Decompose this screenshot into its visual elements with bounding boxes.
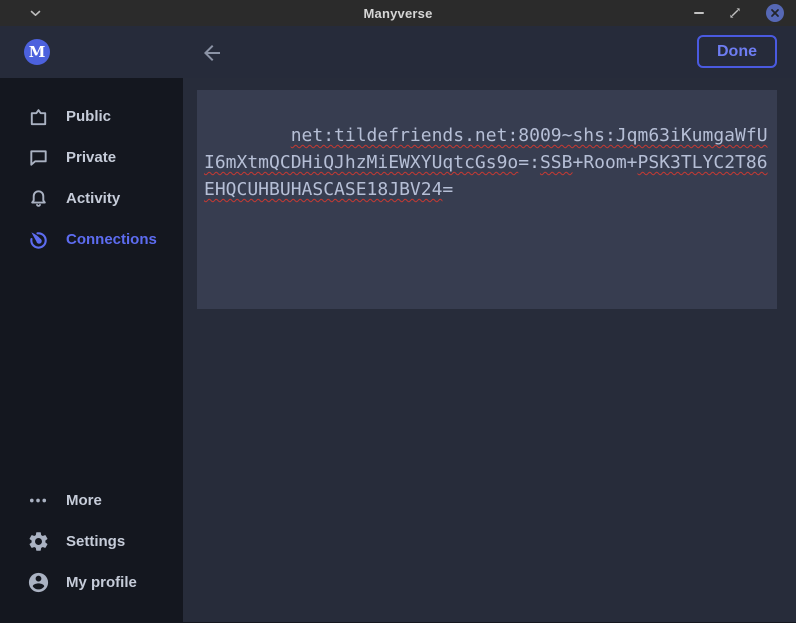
window-controls: [694, 4, 784, 22]
sidebar-main-nav: Public Private Activity: [0, 96, 183, 260]
sidebar-item-label: Connections: [66, 231, 157, 248]
sidebar-item-label: More: [66, 492, 102, 509]
app-window: Manyverse M: [0, 0, 796, 623]
sidebar-item-label: Settings: [66, 533, 125, 550]
manyverse-logo: M: [24, 39, 50, 65]
sidebar-item-settings[interactable]: Settings: [0, 521, 183, 562]
sidebar-item-label: Public: [66, 108, 111, 125]
arrow-left-icon: [200, 41, 224, 65]
sidebar-item-activity[interactable]: Activity: [0, 178, 183, 219]
restore-button[interactable]: [728, 6, 742, 20]
content-area: Public Private Activity: [0, 78, 796, 623]
sidebar-item-public[interactable]: Public: [0, 96, 183, 137]
app-header: M Done: [0, 26, 796, 78]
sidebar-item-my-profile[interactable]: My profile: [0, 562, 183, 603]
invite-code-input[interactable]: net:tildefriends.net:8009~shs:Jqm63iKumg…: [197, 90, 777, 309]
chevron-down-icon[interactable]: [30, 10, 41, 17]
chat-bubble-icon: [26, 146, 50, 170]
main-area: net:tildefriends.net:8009~shs:Jqm63iKumg…: [183, 78, 796, 623]
done-button[interactable]: Done: [697, 35, 777, 68]
sidebar-item-label: Activity: [66, 190, 120, 207]
ellipsis-icon: [26, 489, 50, 513]
close-icon: [770, 8, 780, 18]
sidebar-item-label: My profile: [66, 574, 137, 591]
window-title: Manyverse: [363, 6, 432, 21]
account-circle-icon: [26, 571, 50, 595]
sidebar-footer-nav: More Settings My profile: [0, 480, 183, 603]
bulletin-board-icon: [26, 105, 50, 129]
sidebar-item-connections[interactable]: Connections: [0, 219, 183, 260]
sidebar-item-private[interactable]: Private: [0, 137, 183, 178]
gear-icon: [26, 530, 50, 554]
sidebar-item-more[interactable]: More: [0, 480, 183, 521]
bell-icon: [26, 187, 50, 211]
invite-code-text: net:tildefriends.net:8009~shs:Jqm63iKumg…: [204, 125, 768, 200]
back-button[interactable]: [199, 40, 225, 66]
connections-dial-icon: [26, 228, 50, 252]
logo-letter: M: [29, 43, 46, 61]
minimize-icon: [694, 12, 704, 14]
titlebar: Manyverse: [0, 0, 796, 26]
minimize-button[interactable]: [694, 12, 704, 14]
sidebar: Public Private Activity: [0, 78, 183, 623]
restore-icon: [728, 6, 742, 20]
close-button[interactable]: [766, 4, 784, 22]
sidebar-item-label: Private: [66, 149, 116, 166]
